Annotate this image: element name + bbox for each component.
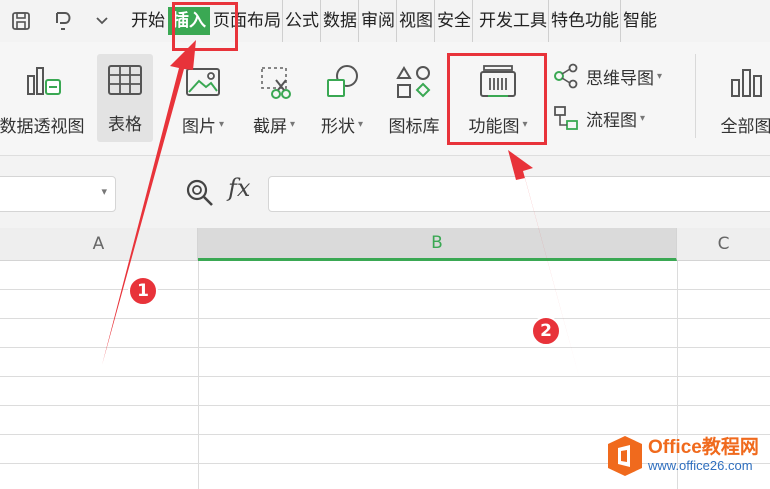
mindmap-icon (554, 63, 578, 89)
grid-row-line (0, 347, 770, 348)
picture-button[interactable]: 图片 ▾ (172, 56, 234, 137)
icon-library-button[interactable]: 图标库 (382, 56, 446, 137)
function-chart-icon (476, 56, 520, 108)
zoom-search-icon[interactable] (185, 178, 215, 212)
column-header-b[interactable]: B (198, 228, 677, 261)
picture-icon (183, 56, 223, 108)
menu-bar: 开始 插入 页面布局 公式 数据 审阅 视图 安全 开发工具 特色功能 智能 (0, 0, 770, 42)
tab-view[interactable]: 视图 (396, 0, 434, 42)
flowchart-label: 流程图 (586, 110, 637, 131)
pivot-chart-button[interactable]: 数据透视图 (0, 56, 90, 137)
icon-library-icon (394, 56, 434, 108)
tab-home[interactable]: 开始 (130, 0, 166, 42)
flowchart-icon (554, 106, 578, 130)
screenshot-label: 截屏 (252, 117, 287, 137)
mindmap-label: 思维导图 (586, 68, 654, 89)
scissors-icon (254, 56, 294, 108)
grid-row-line (0, 405, 770, 406)
table-button[interactable]: 表格 (97, 54, 153, 142)
table-icon (106, 54, 144, 106)
all-charts-button[interactable]: 全部图 (706, 56, 770, 137)
shapes-button[interactable]: 形状 ▾ (311, 56, 373, 137)
screenshot-button[interactable]: 截屏 ▾ (243, 56, 305, 137)
undo-icon[interactable] (44, 0, 84, 42)
all-charts-icon (726, 56, 766, 108)
grid-row-line (0, 289, 770, 290)
watermark-title: Office教程网 (648, 437, 759, 459)
pivot-chart-label: 数据透视图 (0, 117, 85, 137)
tab-smart[interactable]: 智能 (620, 0, 658, 42)
tab-security[interactable]: 安全 (434, 0, 472, 42)
column-header-c[interactable]: C (677, 228, 770, 261)
column-header-a[interactable]: A (0, 228, 198, 261)
grid-row-line (0, 376, 770, 377)
step-badge-2: 2 (531, 316, 561, 346)
dropdown-caret-icon: ▾ (218, 119, 225, 130)
name-box[interactable]: ▾ (0, 176, 116, 212)
column-header-label: B (431, 233, 443, 253)
ribbon-divider (695, 54, 696, 138)
dropdown-caret-icon: ▾ (289, 119, 296, 130)
icon-library-label: 图标库 (388, 117, 440, 137)
save-icon[interactable] (4, 0, 38, 42)
shapes-label: 形状 (320, 117, 355, 137)
watermark: Office教程网 www.office26.com (606, 434, 759, 478)
table-label: 表格 (108, 115, 142, 135)
all-charts-label: 全部图 (720, 117, 770, 137)
tab-developer[interactable]: 开发工具 (472, 0, 548, 42)
step-badge-1: 1 (128, 276, 158, 306)
pivot-chart-icon (22, 56, 62, 108)
fx-icon[interactable]: fx (228, 174, 250, 202)
column-header-label: C (717, 234, 730, 254)
ribbon: 数据透视图 表格 图片 ▾ 截屏 ▾ 形状 ▾ 图标库 功能图 ▾ 思维导图 ▾… (0, 42, 770, 156)
tab-insert[interactable]: 插入 (168, 7, 210, 35)
formula-input[interactable] (268, 176, 770, 212)
mindmap-button[interactable]: 思维导图 ▾ (552, 62, 662, 90)
shapes-icon (322, 56, 362, 108)
tab-review[interactable]: 审阅 (358, 0, 396, 42)
dropdown-caret-icon: ▾ (357, 119, 364, 130)
dropdown-caret-icon: ▾ (657, 70, 663, 82)
office-logo-icon (608, 436, 642, 476)
column-header-label: A (92, 234, 105, 254)
dropdown-caret-icon: ▾ (640, 112, 646, 124)
step-badge-label: 1 (137, 281, 149, 301)
chevron-down-icon[interactable]: ▾ (101, 185, 107, 198)
tab-features[interactable]: 特色功能 (548, 0, 620, 42)
grid-row-line (0, 318, 770, 319)
tab-formulas[interactable]: 公式 (282, 0, 320, 42)
picture-label: 图片 (181, 117, 216, 137)
function-chart-button[interactable]: 功能图 ▾ (456, 56, 540, 137)
dropdown-caret-icon: ▾ (522, 119, 528, 130)
tab-page-layout[interactable]: 页面布局 (212, 0, 282, 42)
watermark-url: www.office26.com (648, 458, 753, 474)
ribbon-tabs: 开始 插入 页面布局 公式 数据 审阅 视图 安全 开发工具 特色功能 智能 (130, 0, 658, 42)
chevron-down-icon[interactable] (90, 0, 114, 42)
flowchart-button[interactable]: 流程图 ▾ (552, 104, 645, 132)
function-chart-label: 功能图 (468, 117, 520, 137)
step-badge-label: 2 (540, 321, 552, 341)
formula-bar: ▾ fx (0, 156, 770, 228)
grid-col-line (198, 261, 199, 489)
tab-data[interactable]: 数据 (320, 0, 358, 42)
